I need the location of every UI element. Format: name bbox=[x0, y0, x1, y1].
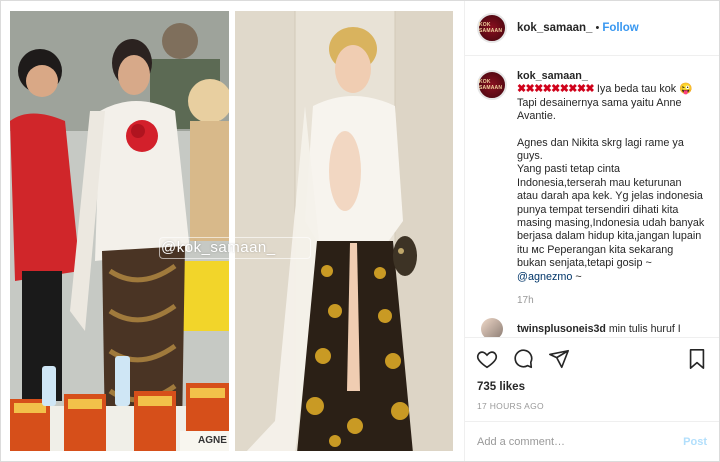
follow-button[interactable]: Follow bbox=[602, 22, 638, 34]
comment-row: twinsplusoneis3d min tulis huruf I bbox=[477, 317, 707, 337]
avatar-text: KOK SAMAAN bbox=[479, 22, 503, 34]
caption-avatar-text: KOK SAMAAN bbox=[479, 79, 503, 91]
mention-suffix: ~ bbox=[572, 270, 582, 283]
header-username[interactable]: kok_samaan_ bbox=[517, 22, 592, 34]
caption-line-3: Agnes dan Nikita skrg lagi rame ya guys. bbox=[517, 136, 684, 163]
likes-count[interactable]: 735 likes bbox=[465, 379, 719, 395]
left-photo: AGNE bbox=[10, 11, 229, 451]
heart-icon[interactable] bbox=[475, 347, 499, 371]
caption-time: 17h bbox=[517, 295, 534, 307]
watermark-text: @kok_samaan_ bbox=[161, 239, 276, 256]
left-photo-art bbox=[10, 11, 229, 451]
add-comment-bar: Post bbox=[465, 421, 719, 461]
caption: KOK SAMAAN kok_samaan_ ✖✖✖✖✖✖✖✖✖ Iya bed… bbox=[477, 70, 707, 308]
caption-line-1: Iya beda tau kok 😜 bbox=[593, 83, 693, 96]
mention-link[interactable]: @agnezmo bbox=[517, 271, 572, 283]
instagram-post: AGNE @kok_samaan_ KOK SAMAAN kok_samaan_… bbox=[0, 0, 720, 462]
name-plate-label: AGNE bbox=[198, 435, 227, 446]
post-media[interactable]: AGNE @kok_samaan_ bbox=[1, 1, 465, 461]
header-separator: • bbox=[595, 22, 600, 34]
comment-avatar[interactable] bbox=[481, 317, 503, 337]
caption-avatar[interactable]: KOK SAMAAN bbox=[477, 70, 507, 100]
caption-username[interactable]: kok_samaan_ bbox=[517, 70, 705, 83]
comment-body: min tulis huruf I bbox=[605, 322, 681, 335]
post-sidebar: KOK SAMAAN kok_samaan_ • Follow KOK SAMA… bbox=[465, 1, 719, 461]
share-icon[interactable] bbox=[547, 347, 571, 371]
action-bar bbox=[465, 337, 719, 379]
caption-body: kok_samaan_ ✖✖✖✖✖✖✖✖✖ Iya beda tau kok 😜… bbox=[517, 70, 705, 308]
caption-line-2: Tapi desainernya sama yaitu Anne Avantie… bbox=[517, 96, 682, 123]
post-timestamp: 17 HOURS AGO bbox=[477, 401, 544, 411]
post-header: KOK SAMAAN kok_samaan_ • Follow bbox=[465, 1, 719, 56]
bookmark-icon[interactable] bbox=[685, 347, 709, 371]
caption-cross-marks: ✖✖✖✖✖✖✖✖✖ bbox=[517, 83, 594, 96]
comment-icon[interactable] bbox=[511, 347, 535, 371]
comments-area[interactable]: KOK SAMAAN kok_samaan_ ✖✖✖✖✖✖✖✖✖ Iya bed… bbox=[465, 56, 719, 337]
avatar[interactable]: KOK SAMAAN bbox=[477, 13, 507, 43]
comment-input[interactable] bbox=[477, 435, 684, 448]
right-photo bbox=[235, 11, 453, 451]
caption-line-4: Yang pasti tetap cinta Indonesia,tersera… bbox=[517, 163, 705, 270]
comment-username[interactable]: twinsplusoneis3d bbox=[517, 323, 606, 335]
comment-text: twinsplusoneis3d min tulis huruf I bbox=[517, 323, 681, 335]
post-button[interactable]: Post bbox=[683, 436, 707, 448]
right-photo-art bbox=[235, 11, 453, 451]
